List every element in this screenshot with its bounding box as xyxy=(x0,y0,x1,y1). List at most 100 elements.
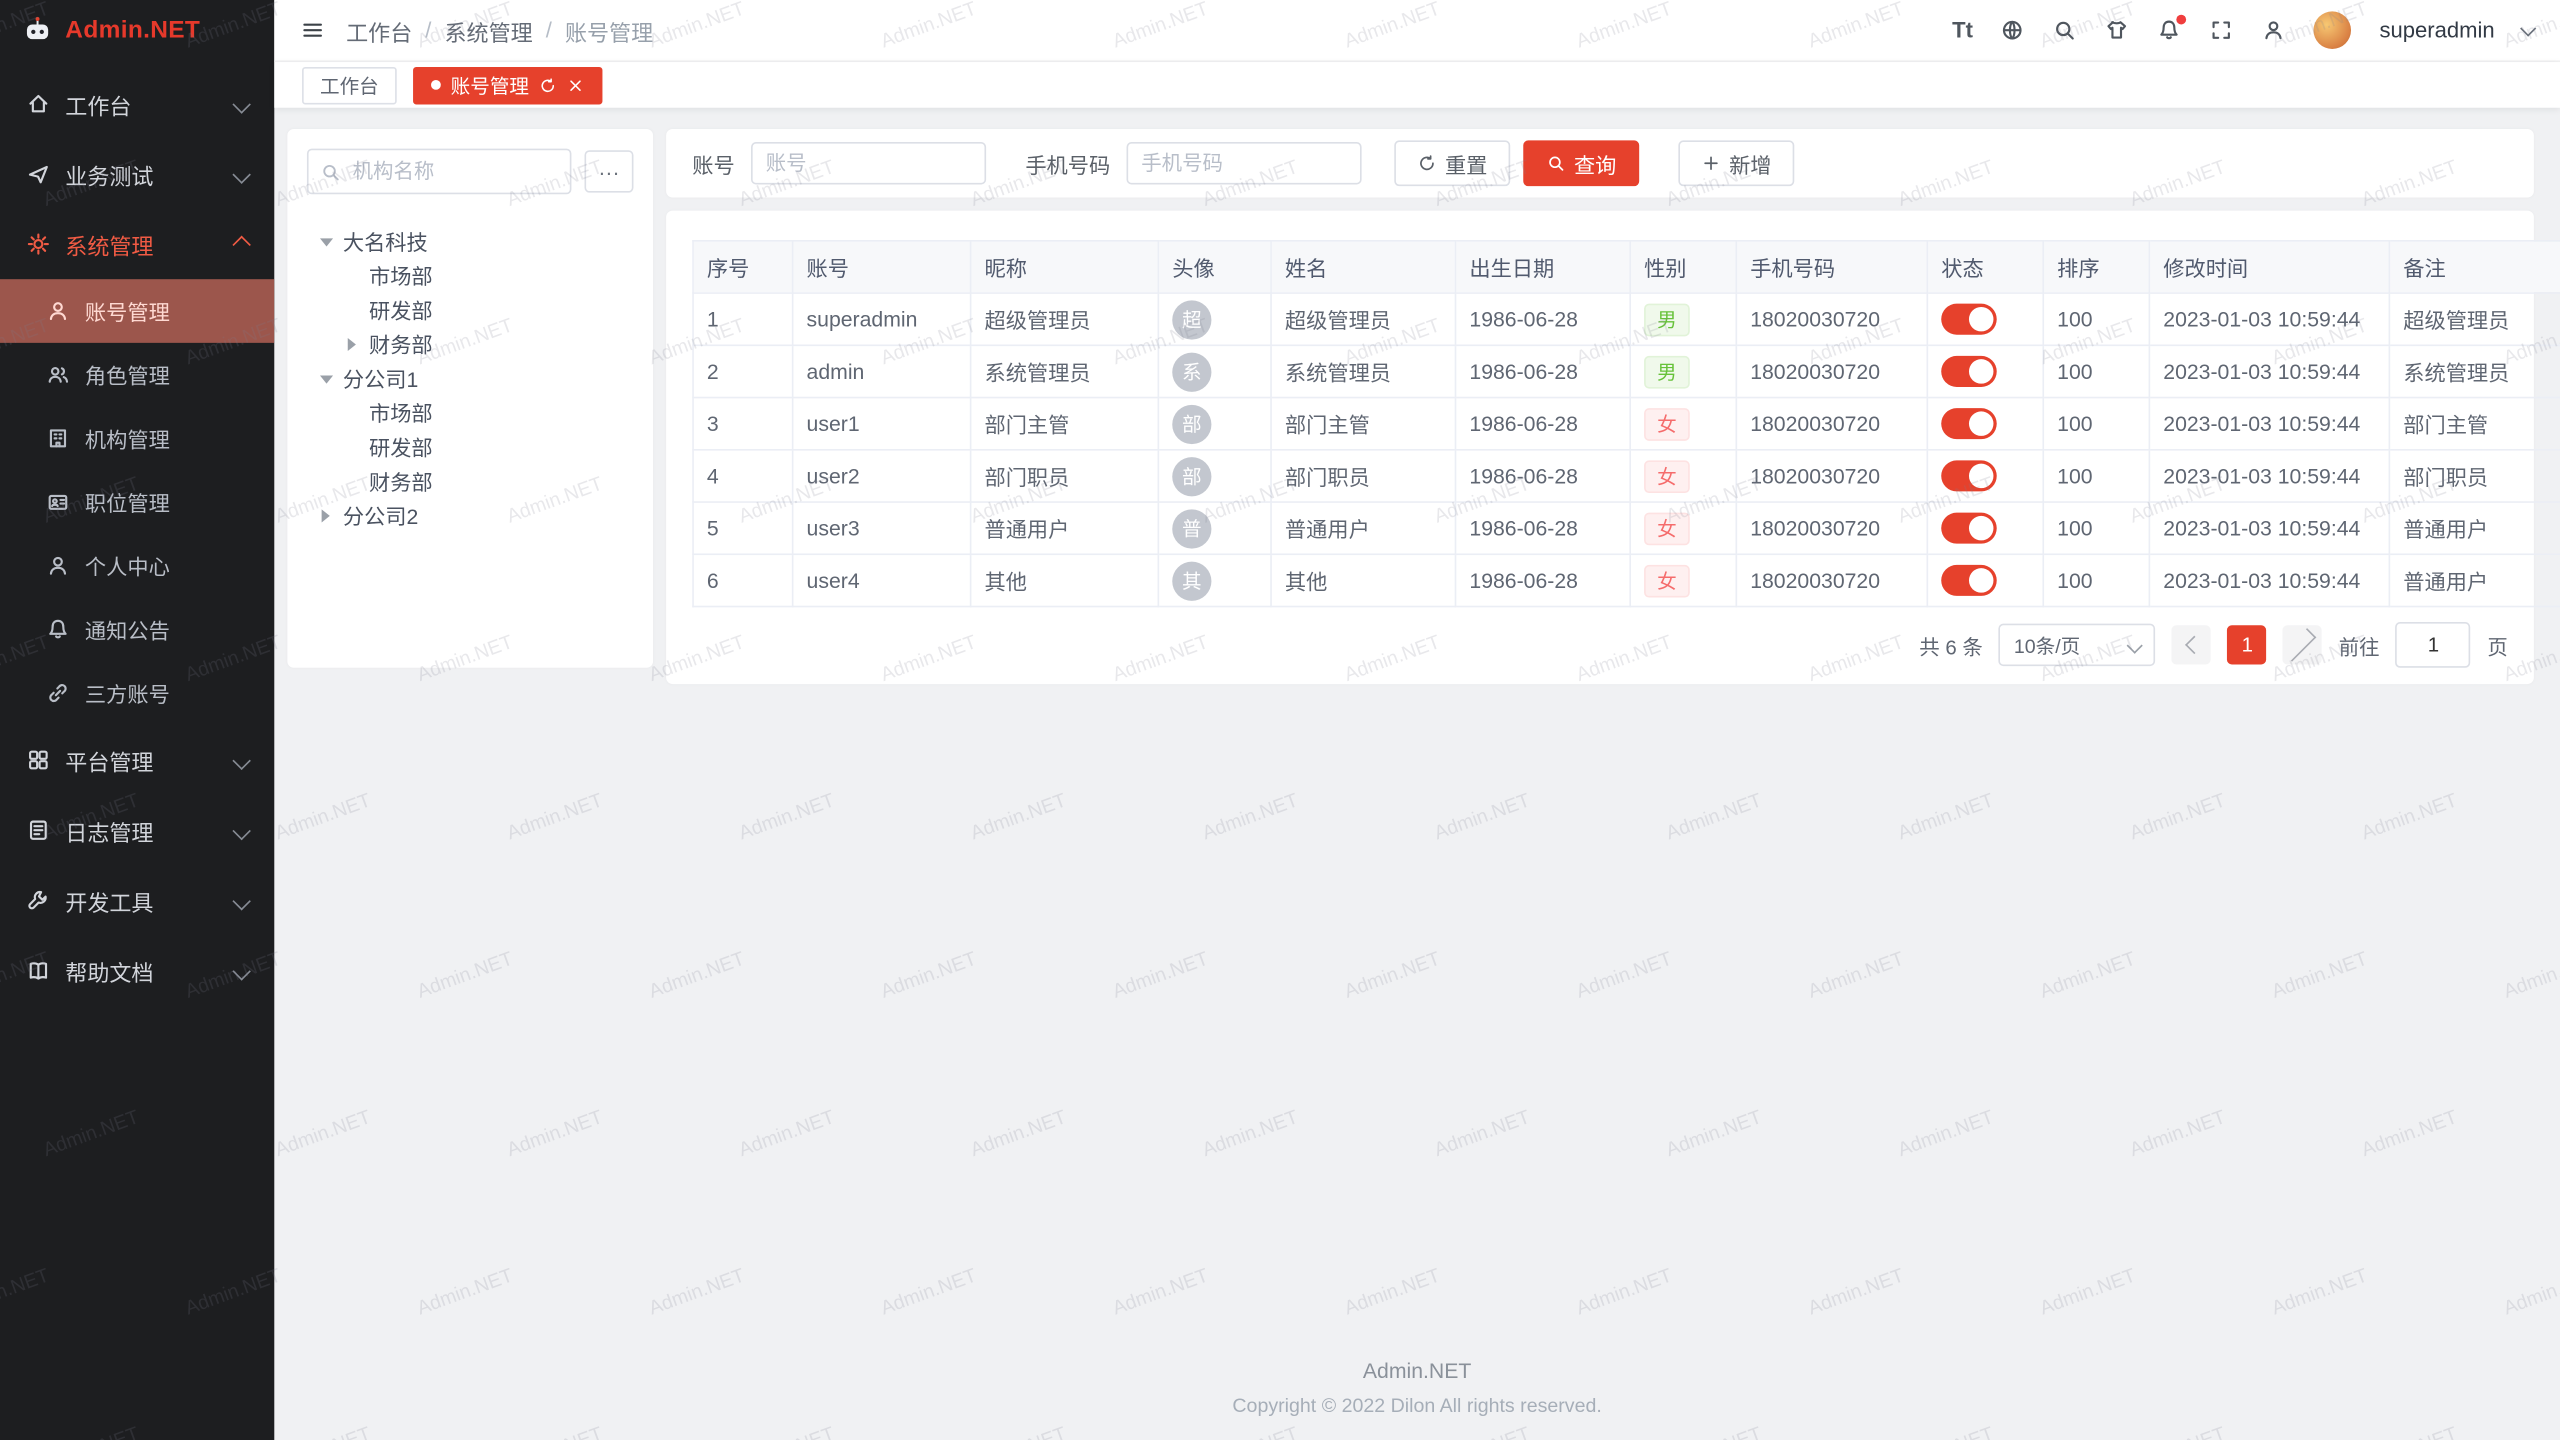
sidebar-subitem[interactable]: 账号管理 xyxy=(0,279,274,343)
chevron-up-icon xyxy=(232,235,250,253)
add-button[interactable]: 新增 xyxy=(1678,140,1794,186)
sidebar-item[interactable]: 帮助文档 xyxy=(0,936,274,1006)
caret-spacer xyxy=(343,438,364,456)
sidebar-subitem[interactable]: 角色管理 xyxy=(0,343,274,407)
notification-bell-icon[interactable] xyxy=(2157,18,2181,42)
theme-icon[interactable] xyxy=(2105,18,2129,42)
cell-modified: 2023-01-03 10:59:44 xyxy=(2149,293,2389,345)
search-button[interactable]: 查询 xyxy=(1523,140,1639,186)
tools-icon xyxy=(26,888,50,912)
avatar[interactable] xyxy=(2314,11,2352,49)
sidebar-item[interactable]: 工作台 xyxy=(0,69,274,139)
cell-modified: 2023-01-03 10:59:44 xyxy=(2149,554,2389,606)
table-header-row: 序号账号昵称头像姓名出生日期性别手机号码状态排序修改时间备注操作 xyxy=(693,241,2560,293)
sidebar-subitem[interactable]: 机构管理 xyxy=(0,407,274,471)
sidebar-subitem[interactable]: 通知公告 xyxy=(0,598,274,662)
language-icon[interactable] xyxy=(2001,18,2025,42)
cell-status xyxy=(1927,554,2043,606)
chevron-down-icon xyxy=(232,961,250,979)
username[interactable]: superadmin xyxy=(2380,18,2495,42)
sidebar-subitem[interactable]: 职位管理 xyxy=(0,470,274,534)
total-count: 共 6 条 xyxy=(1919,629,1983,660)
tab-workbench[interactable]: 工作台 xyxy=(302,66,397,104)
status-toggle[interactable] xyxy=(1941,408,1997,439)
cell-remark: 超级管理员 xyxy=(2389,293,2560,345)
chevron-down-icon xyxy=(232,891,250,909)
goto-page-input[interactable] xyxy=(2396,622,2471,668)
sidebar-item[interactable]: 平台管理 xyxy=(0,725,274,795)
brand-name: Admin.NET xyxy=(65,16,200,44)
tree-node[interactable]: 研发部 xyxy=(307,429,634,463)
tree-node[interactable]: 大名科技 xyxy=(307,224,634,258)
breadcrumb-separator: / xyxy=(425,18,431,42)
cell-gender: 女 xyxy=(1630,398,1736,450)
cell-phone: 18020030720 xyxy=(1736,293,1927,345)
sidebar-subitem[interactable]: 个人中心 xyxy=(0,534,274,598)
status-toggle[interactable] xyxy=(1941,513,1997,544)
status-toggle[interactable] xyxy=(1941,460,1997,491)
tree-node[interactable]: 财务部 xyxy=(307,464,634,498)
next-page-button[interactable] xyxy=(2283,625,2322,664)
chevron-down-icon xyxy=(232,94,250,112)
org-more-button[interactable]: ··· xyxy=(584,150,633,192)
user-icon[interactable] xyxy=(2262,18,2286,42)
close-icon[interactable] xyxy=(567,76,585,94)
accounts-table-card: 序号账号昵称头像姓名出生日期性别手机号码状态排序修改时间备注操作 1supera… xyxy=(666,211,2534,684)
cell-nickname: 系统管理员 xyxy=(971,345,1159,397)
cell-name: 其他 xyxy=(1271,554,1455,606)
fullscreen-icon[interactable] xyxy=(2210,18,2234,42)
tree-node[interactable]: 分公司1 xyxy=(307,361,634,395)
column-header: 备注 xyxy=(2389,241,2560,293)
cell-birth: 1986-06-28 xyxy=(1456,554,1631,606)
phone-input[interactable] xyxy=(1127,142,1362,184)
refresh-icon[interactable] xyxy=(539,76,557,94)
sidebar-item[interactable]: 系统管理 xyxy=(0,209,274,279)
font-size-icon[interactable]: Tt xyxy=(1952,18,1973,42)
brand-logo[interactable]: Admin.NET xyxy=(0,0,274,60)
gender-badge: 男 xyxy=(1644,303,1690,336)
cell-avatar: 其 xyxy=(1158,554,1271,606)
status-toggle[interactable] xyxy=(1941,565,1997,596)
cell-index: 4 xyxy=(693,450,793,502)
org-search-input[interactable] xyxy=(349,158,558,184)
avatar: 超 xyxy=(1172,300,1211,339)
page-unit-label: 页 xyxy=(2487,629,2507,660)
log-icon xyxy=(26,818,50,842)
tree-node[interactable]: 研发部 xyxy=(307,292,634,326)
prev-page-button[interactable] xyxy=(2172,625,2211,664)
tree-node-label: 财务部 xyxy=(369,465,433,496)
account-icon xyxy=(46,299,70,323)
topbar-actions: Tt superadmin xyxy=(1952,11,2534,49)
breadcrumb-item[interactable]: 工作台 xyxy=(346,14,412,47)
search-icon[interactable] xyxy=(2053,18,2077,42)
menu-collapse-icon[interactable] xyxy=(300,18,324,42)
footer-copyright: Copyright © 2022 Dilon All rights reserv… xyxy=(274,1394,2560,1417)
cell-modified: 2023-01-03 10:59:44 xyxy=(2149,502,2389,554)
tree-node[interactable]: 市场部 xyxy=(307,258,634,292)
sidebar-item-label: 工作台 xyxy=(65,87,131,120)
status-toggle[interactable] xyxy=(1941,304,1997,335)
tab-account-management[interactable]: 账号管理 xyxy=(413,66,602,104)
goto-label: 前往 xyxy=(2339,629,2380,660)
status-toggle[interactable] xyxy=(1941,356,1997,387)
sidebar-subitem-label: 账号管理 xyxy=(85,296,170,327)
reset-button[interactable]: 重置 xyxy=(1394,140,1510,186)
sidebar-item[interactable]: 业务测试 xyxy=(0,139,274,209)
breadcrumb-item[interactable]: 系统管理 xyxy=(445,14,533,47)
page-1-button[interactable]: 1 xyxy=(2228,625,2267,664)
gender-badge: 女 xyxy=(1644,564,1690,597)
column-header: 手机号码 xyxy=(1736,241,1927,293)
tab-label: 账号管理 xyxy=(451,71,529,99)
sidebar-item-label: 帮助文档 xyxy=(65,954,153,987)
tree-node-label: 市场部 xyxy=(369,260,433,291)
page-size-select[interactable]: 10条/页 xyxy=(1999,624,2156,666)
sidebar-subitem[interactable]: 三方账号 xyxy=(0,661,274,725)
cell-phone: 18020030720 xyxy=(1736,502,1927,554)
cell-remark: 部门主管 xyxy=(2389,398,2560,450)
account-input[interactable] xyxy=(751,142,986,184)
tree-node[interactable]: 分公司2 xyxy=(307,498,634,532)
tree-node[interactable]: 财务部 xyxy=(307,327,634,361)
sidebar-item[interactable]: 开发工具 xyxy=(0,865,274,935)
sidebar-item[interactable]: 日志管理 xyxy=(0,795,274,865)
tree-node[interactable]: 市场部 xyxy=(307,395,634,429)
